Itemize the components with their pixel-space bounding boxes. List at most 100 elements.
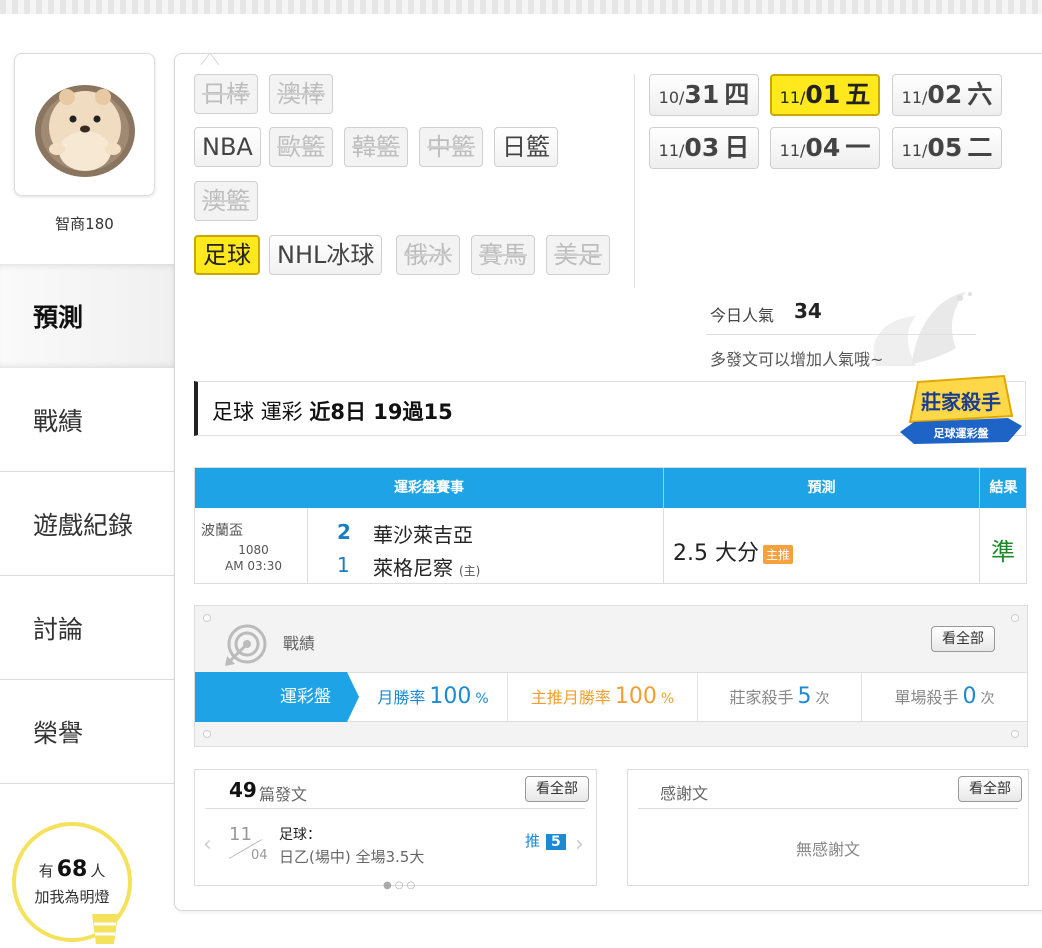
home-team-name: 萊格尼察	[373, 556, 453, 580]
table-divider	[979, 508, 980, 584]
table-divider	[307, 508, 308, 584]
panel-notch-icon	[201, 53, 219, 65]
target-icon	[225, 624, 267, 666]
record-panel: 戰績 看全部 運彩盤 月勝率 100% 主推月勝率 100% 莊家殺手 5 次 單場殺手…	[194, 605, 1028, 747]
match-number: 1080	[238, 543, 269, 557]
thanks-title: 感謝文	[660, 784, 709, 803]
date-day: 01	[805, 80, 841, 109]
sport-chip-japan-basketball[interactable]: 日籃	[494, 127, 558, 167]
stat-unit: 次	[815, 691, 830, 707]
side-nav-label: 戰績	[33, 406, 84, 436]
date-chip[interactable]: 10/31 四	[649, 74, 759, 116]
stat-label: 單場殺手	[894, 688, 959, 707]
sport-chip-nhl[interactable]: NHL冰球	[269, 235, 383, 275]
side-nav-item-record[interactable]: 戰績	[0, 368, 174, 472]
date-day: 04	[805, 133, 841, 162]
username: 智商180	[55, 215, 114, 233]
popularity-label: 今日人氣	[710, 306, 775, 325]
sport-chip-russia-hockey: 俄冰	[396, 235, 460, 275]
date-chip-selected[interactable]: 11/01 五	[770, 74, 880, 116]
header-prediction: 預測	[663, 468, 979, 508]
banker-killer-badge: 莊家殺手 足球運彩盤	[900, 374, 1022, 444]
corner-dot	[1011, 730, 1019, 738]
match-start-time: AM 03:30	[225, 559, 282, 573]
popularity-hint: 多發文可以增加人氣哦~	[710, 350, 884, 369]
avatar[interactable]	[14, 53, 155, 196]
stat-monthly-win-rate: 月勝率 100%	[359, 673, 507, 721]
date-chip[interactable]: 11/03 日	[649, 127, 759, 169]
post-day: 04	[251, 848, 268, 863]
chevron-left-icon[interactable]: ‹	[203, 832, 212, 857]
match-time: 1080 AM 03:30	[225, 542, 282, 574]
thanks-empty-message: 無感謝文	[795, 840, 860, 859]
stat-single-game-killer: 單場殺手 0 次	[861, 673, 1027, 721]
date-weekday: 日	[724, 133, 750, 162]
date-month: 11/	[779, 141, 806, 160]
date-weekday: 五	[845, 80, 871, 109]
prediction-result: 準	[991, 538, 1015, 566]
push-number: 5	[546, 834, 566, 850]
posts-count: 49	[229, 778, 257, 802]
date-weekday: 二	[967, 133, 993, 162]
home-team: 萊格尼察 (主)	[373, 552, 480, 581]
main-pick-badge: 主推	[762, 544, 793, 564]
corner-dot	[203, 614, 211, 622]
post-title-link[interactable]: 日乙(場中) 全場3.5大	[279, 846, 424, 867]
stat-value: 5	[797, 684, 812, 709]
stat-value: 0	[962, 684, 977, 709]
stat-value: 100	[614, 684, 657, 709]
sport-chip-american-football: 美足	[546, 235, 610, 275]
date-month: 11/	[901, 88, 928, 107]
headline-sport: 足球	[212, 400, 254, 424]
sport-chip-nba[interactable]: NBA	[194, 127, 261, 167]
match-league: 波蘭盃	[201, 523, 243, 539]
pick-text: 2.5 大分	[673, 541, 759, 566]
record-tab-arrow	[347, 672, 359, 722]
sport-chip-euro-basketball: 歐籃	[269, 127, 333, 167]
side-nav-item-honors[interactable]: 榮譽	[0, 680, 174, 784]
post-category: 足球：	[279, 827, 321, 843]
date-chip[interactable]: 11/04 一	[770, 127, 880, 169]
side-nav-item-game-history[interactable]: 遊戲紀錄	[0, 472, 174, 576]
corner-dot	[203, 730, 211, 738]
away-team: 華沙萊吉亞	[373, 523, 473, 547]
post-date: 11 04	[228, 824, 269, 864]
sport-chip-korea-basketball: 韓籃	[344, 127, 408, 167]
sport-chip-japan-baseball: 日棒	[194, 74, 258, 114]
home-tag: (主)	[459, 564, 481, 578]
stat-unit: 次	[980, 691, 995, 707]
post-month: 11	[229, 824, 252, 845]
record-title: 戰績	[283, 634, 316, 653]
sport-chip-horse-racing: 賽馬	[471, 235, 535, 275]
push-label: 推	[525, 832, 541, 850]
chevron-right-icon[interactable]: ›	[575, 832, 584, 857]
sport-chip-soccer[interactable]: 足球	[194, 235, 260, 275]
date-month: 11/	[779, 88, 806, 107]
date-day: 03	[684, 133, 720, 162]
record-view-all-button[interactable]: 看全部	[931, 626, 995, 652]
thanks-view-all-button[interactable]: 看全部	[958, 776, 1022, 802]
popularity-divider	[706, 334, 976, 335]
date-month: 11/	[658, 141, 685, 160]
prediction-table: 運彩盤賽事 預測 結果 波蘭盃 1080 AM 03:30 2 華沙萊吉亞 1 萊…	[194, 467, 1027, 584]
side-nav-item-predictions[interactable]: 預測	[0, 264, 174, 368]
date-day: 02	[927, 80, 963, 109]
badge-subtitle: 足球運彩盤	[934, 426, 990, 440]
prediction-table-header: 運彩盤賽事 預測 結果	[195, 468, 1026, 508]
sport-chip-china-basketball: 中籃	[419, 127, 483, 167]
date-month: 10/	[658, 88, 685, 107]
home-score: 1	[337, 553, 350, 577]
stat-label: 莊家殺手	[729, 688, 794, 707]
side-nav-item-discussion[interactable]: 討論	[0, 576, 174, 680]
posts-view-all-button[interactable]: 看全部	[525, 776, 589, 802]
stat-banker-killer: 莊家殺手 5 次	[697, 673, 861, 721]
stat-label: 月勝率	[377, 688, 426, 707]
carousel-dots[interactable]: ●○○	[383, 880, 418, 891]
side-nav: 預測 戰績 遊戲紀錄 討論 榮譽	[0, 264, 174, 784]
thanks-panel: 感謝文 看全部 無感謝文	[627, 769, 1029, 886]
stat-unit: %	[475, 691, 489, 707]
date-chip[interactable]: 11/02 六	[892, 74, 1002, 116]
record-tab-sports-lottery[interactable]: 運彩盤	[195, 672, 347, 722]
date-chip[interactable]: 11/05 二	[892, 127, 1002, 169]
date-day: 31	[684, 80, 720, 109]
